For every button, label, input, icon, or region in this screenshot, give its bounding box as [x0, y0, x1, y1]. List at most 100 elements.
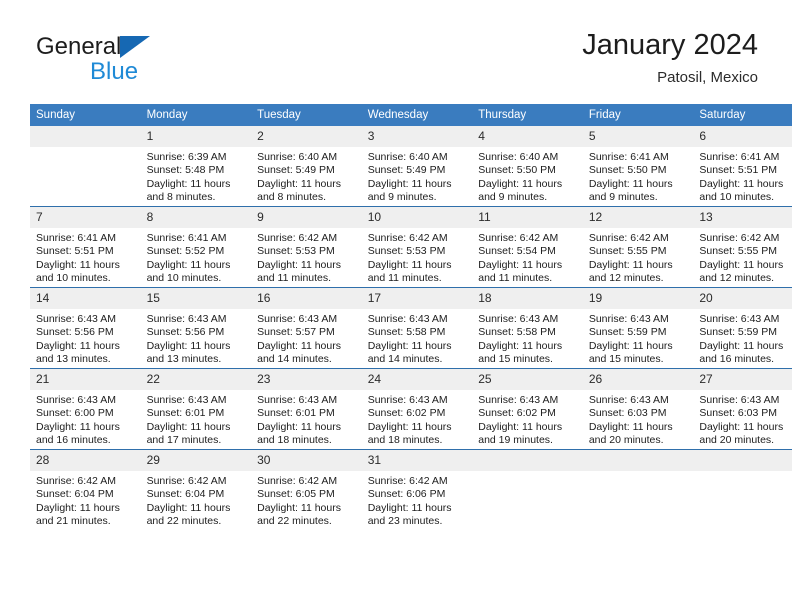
calendar-day-cell[interactable]: 11 Sunrise: 6:42 AM Sunset: 5:54 PM Dayligh… — [472, 206, 583, 288]
calendar-cell-empty — [30, 126, 141, 207]
calendar-day-cell[interactable]: 25 Sunrise: 6:43 AM Sunset: 6:02 PM Dayligh… — [472, 368, 583, 450]
daylight-text-line1: Daylight: 11 hours — [146, 177, 231, 190]
day-number: 30 — [251, 450, 362, 471]
calendar-day-cell[interactable]: 14 Sunrise: 6:43 AM Sunset: 5:56 PM Dayligh… — [30, 287, 141, 369]
calendar-day-cell[interactable]: 30 Sunrise: 6:42 AM Sunset: 6:05 PM Dayligh… — [251, 449, 362, 530]
calendar-day-cell[interactable]: 26 Sunrise: 6:43 AM Sunset: 6:03 PM Dayligh… — [582, 368, 694, 450]
calendar-day-cell[interactable]: 17 Sunrise: 6:43 AM Sunset: 5:58 PM Dayligh… — [361, 287, 473, 369]
calendar-day-cell[interactable]: 3 Sunrise: 6:40 AM Sunset: 5:49 PM Daylight… — [361, 126, 473, 207]
day-number: 18 — [472, 288, 583, 309]
day-number — [472, 450, 583, 471]
day-number: 5 — [582, 126, 694, 147]
brand-logo[interactable]: General Blue — [36, 34, 256, 90]
calendar-header-row: Sunday Monday Tuesday Wednesday Thursday… — [30, 104, 792, 126]
day-number: 28 — [30, 450, 141, 471]
calendar-day-cell[interactable]: 8 Sunrise: 6:41 AM Sunset: 5:52 PM Daylight… — [140, 206, 252, 288]
daylight-text-line1: Daylight: 11 hours — [367, 501, 452, 514]
daylight-text-line2: and 15 minutes. — [588, 353, 664, 366]
calendar-day-cell[interactable]: 19 Sunrise: 6:43 AM Sunset: 5:59 PM Dayligh… — [582, 287, 694, 369]
daylight-text-line2: and 17 minutes. — [146, 434, 222, 447]
daylight-text-line1: Daylight: 11 hours — [36, 420, 120, 433]
day-number: 24 — [361, 369, 473, 390]
calendar-day-cell[interactable]: 1 Sunrise: 6:39 AM Sunset: 5:48 PM Daylight… — [140, 126, 252, 207]
sunset-text: Sunset: 5:49 PM — [367, 164, 446, 177]
sunrise-text: Sunrise: 6:39 AM — [146, 151, 227, 163]
calendar-day-cell[interactable]: 7 Sunrise: 6:41 AM Sunset: 5:51 PM Daylight… — [30, 206, 141, 288]
sunset-text: Sunset: 6:05 PM — [257, 488, 335, 501]
daylight-text-line1: Daylight: 11 hours — [257, 501, 341, 514]
calendar-day-cell[interactable]: 24 Sunrise: 6:43 AM Sunset: 6:02 PM Dayligh… — [361, 368, 473, 450]
calendar-day-cell[interactable]: 22 Sunrise: 6:43 AM Sunset: 6:01 PM Dayligh… — [140, 368, 252, 450]
calendar-day-cell[interactable]: 27 Sunrise: 6:43 AM Sunset: 6:03 PM Dayligh… — [693, 368, 792, 450]
calendar-day-cell[interactable]: 31 Sunrise: 6:42 AM Sunset: 6:06 PM Dayligh… — [361, 449, 473, 530]
calendar-day-cell[interactable]: 20 Sunrise: 6:43 AM Sunset: 5:59 PM Dayligh… — [693, 287, 792, 369]
calendar-day-cell[interactable]: 21 Sunrise: 6:43 AM Sunset: 6:00 PM Dayligh… — [30, 368, 141, 450]
daylight-text-line2: and 13 minutes. — [146, 353, 222, 366]
sunrise-text: Sunrise: 6:41 AM — [36, 232, 116, 244]
sunset-text: Sunset: 5:52 PM — [146, 245, 225, 258]
sunrise-text: Sunrise: 6:42 AM — [257, 475, 338, 487]
sunset-text: Sunset: 5:58 PM — [367, 326, 446, 339]
sunrise-text: Sunrise: 6:43 AM — [699, 394, 780, 406]
calendar-day-cell[interactable]: 23 Sunrise: 6:43 AM Sunset: 6:01 PM Dayligh… — [251, 368, 362, 450]
day-number: 13 — [693, 207, 792, 228]
sunset-text: Sunset: 5:59 PM — [699, 326, 778, 339]
daylight-text-line2: and 12 minutes. — [588, 272, 664, 285]
daylight-text-line1: Daylight: 11 hours — [699, 420, 784, 433]
sunrise-text: Sunrise: 6:42 AM — [367, 232, 448, 244]
sunrise-text: Sunrise: 6:42 AM — [146, 475, 227, 487]
sunrise-text: Sunrise: 6:43 AM — [36, 394, 116, 406]
calendar-day-cell[interactable]: 18 Sunrise: 6:43 AM Sunset: 5:58 PM Dayligh… — [472, 287, 583, 369]
sunset-text: Sunset: 5:48 PM — [146, 164, 225, 177]
sunrise-text: Sunrise: 6:43 AM — [146, 313, 227, 325]
day-number: 31 — [361, 450, 473, 471]
day-number: 26 — [582, 369, 694, 390]
day-details: Sunrise: 6:43 AM Sunset: 5:58 PM Daylight:… — [362, 309, 473, 367]
calendar-day-cell[interactable]: 5 Sunrise: 6:41 AM Sunset: 5:50 PM Daylight… — [582, 126, 694, 207]
day-number: 10 — [361, 207, 473, 228]
daylight-text-line2: and 10 minutes. — [699, 191, 775, 204]
day-number: 19 — [582, 288, 694, 309]
daylight-text-line1: Daylight: 11 hours — [257, 420, 341, 433]
daylight-text-line1: Daylight: 11 hours — [257, 339, 341, 352]
sunset-text: Sunset: 5:50 PM — [588, 164, 667, 177]
daylight-text-line2: and 13 minutes. — [36, 353, 111, 366]
sunset-text: Sunset: 5:55 PM — [588, 245, 667, 258]
calendar-day-cell[interactable]: 15 Sunrise: 6:43 AM Sunset: 5:56 PM Dayligh… — [140, 287, 252, 369]
daylight-text-line2: and 21 minutes. — [36, 515, 111, 528]
calendar-day-cell[interactable]: 9 Sunrise: 6:42 AM Sunset: 5:53 PM Daylight… — [251, 206, 362, 288]
sunrise-text: Sunrise: 6:43 AM — [588, 394, 669, 406]
day-number: 9 — [251, 207, 362, 228]
daylight-text-line2: and 10 minutes. — [146, 272, 222, 285]
sunrise-text: Sunrise: 6:41 AM — [699, 151, 780, 163]
daylight-text-line2: and 22 minutes. — [257, 515, 332, 528]
daylight-text-line2: and 14 minutes. — [257, 353, 332, 366]
daylight-text-line1: Daylight: 11 hours — [588, 339, 673, 352]
daylight-text-line1: Daylight: 11 hours — [146, 501, 231, 514]
calendar-grid: Sunday Monday Tuesday Wednesday Thursday… — [30, 104, 792, 530]
weekday-header-monday: Monday — [140, 104, 252, 126]
daylight-text-line2: and 10 minutes. — [36, 272, 111, 285]
daylight-text-line2: and 22 minutes. — [146, 515, 222, 528]
calendar-day-cell[interactable]: 28 Sunrise: 6:42 AM Sunset: 6:04 PM Dayligh… — [30, 449, 141, 530]
calendar-day-cell[interactable]: 6 Sunrise: 6:41 AM Sunset: 5:51 PM Daylight… — [693, 126, 792, 207]
day-number: 29 — [140, 450, 252, 471]
daylight-text-line1: Daylight: 11 hours — [588, 177, 673, 190]
calendar-day-cell[interactable]: 10 Sunrise: 6:42 AM Sunset: 5:53 PM Dayligh… — [361, 206, 473, 288]
calendar-day-cell[interactable]: 2 Sunrise: 6:40 AM Sunset: 5:49 PM Daylight… — [251, 126, 362, 207]
calendar-day-cell[interactable]: 13 Sunrise: 6:42 AM Sunset: 5:55 PM Dayligh… — [693, 206, 792, 288]
calendar-day-cell[interactable]: 12 Sunrise: 6:42 AM Sunset: 5:55 PM Dayligh… — [582, 206, 694, 288]
daylight-text-line2: and 8 minutes. — [146, 191, 216, 204]
day-details: Sunrise: 6:43 AM Sunset: 6:02 PM Daylight:… — [362, 390, 473, 448]
day-number — [30, 126, 141, 147]
calendar-day-cell[interactable]: 4 Sunrise: 6:40 AM Sunset: 5:50 PM Daylight… — [472, 126, 583, 207]
daylight-text-line2: and 20 minutes. — [699, 434, 775, 447]
daylight-text-line2: and 23 minutes. — [367, 515, 443, 528]
calendar-day-cell[interactable]: 29 Sunrise: 6:42 AM Sunset: 6:04 PM Dayligh… — [140, 449, 252, 530]
sunset-text: Sunset: 5:57 PM — [257, 326, 335, 339]
day-details: Sunrise: 6:43 AM Sunset: 5:56 PM Daylight:… — [30, 309, 141, 367]
calendar-day-cell[interactable]: 16 Sunrise: 6:43 AM Sunset: 5:57 PM Dayligh… — [251, 287, 362, 369]
day-details: Sunrise: 6:43 AM Sunset: 6:03 PM Daylight:… — [583, 390, 694, 448]
day-details: Sunrise: 6:42 AM Sunset: 5:55 PM Daylight:… — [693, 228, 792, 286]
calendar-week-row: 28 Sunrise: 6:42 AM Sunset: 6:04 PM Dayligh… — [30, 449, 792, 530]
